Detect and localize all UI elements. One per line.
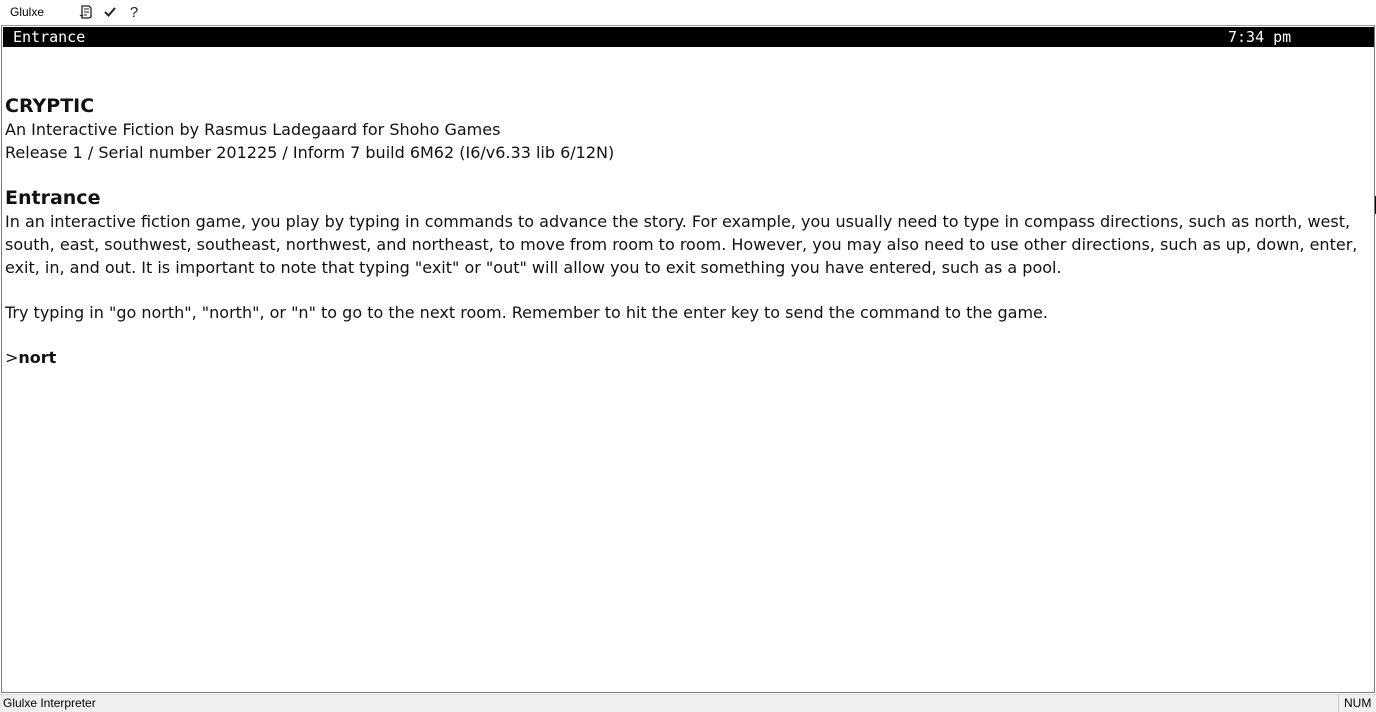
release-info: Release 1 / Serial number 201225 / Infor…: [5, 143, 615, 162]
status-time: 7:34 pm: [1228, 28, 1292, 46]
menu-toolbar: Glulxe ?: [0, 0, 1376, 24]
game-byline: An Interactive Fiction by Rasmus Ladegaa…: [5, 120, 501, 139]
prompt-symbol: >: [5, 348, 19, 367]
window-statusbar: Glulxe Interpreter NUM: [0, 694, 1376, 712]
status-line: Entrance 7:34 pm: [3, 27, 1374, 47]
room-heading: Entrance: [5, 187, 101, 209]
statusbar-text: Glulxe Interpreter: [3, 696, 96, 710]
room-description: In an interactive fiction game, you play…: [5, 212, 1358, 277]
hint-paragraph: Try typing in "go north", "north", or "n…: [5, 303, 1048, 322]
glulxe-window: Glulxe ? Entrance 7:34 pm CRYPTIC An Int…: [0, 0, 1376, 712]
num-lock-indicator: NUM: [1338, 695, 1376, 712]
help-icon[interactable]: ?: [122, 2, 146, 22]
app-menu[interactable]: Glulxe: [0, 5, 74, 19]
status-location: Entrance: [13, 28, 86, 46]
story-text: CRYPTIC An Interactive Fiction by Rasmus…: [5, 94, 1371, 369]
command-input[interactable]: nort: [18, 348, 56, 367]
check-icon[interactable]: [98, 2, 122, 22]
transcript-icon[interactable]: [74, 2, 98, 22]
command-line[interactable]: >nort: [5, 346, 1371, 369]
game-title: CRYPTIC: [5, 95, 95, 117]
